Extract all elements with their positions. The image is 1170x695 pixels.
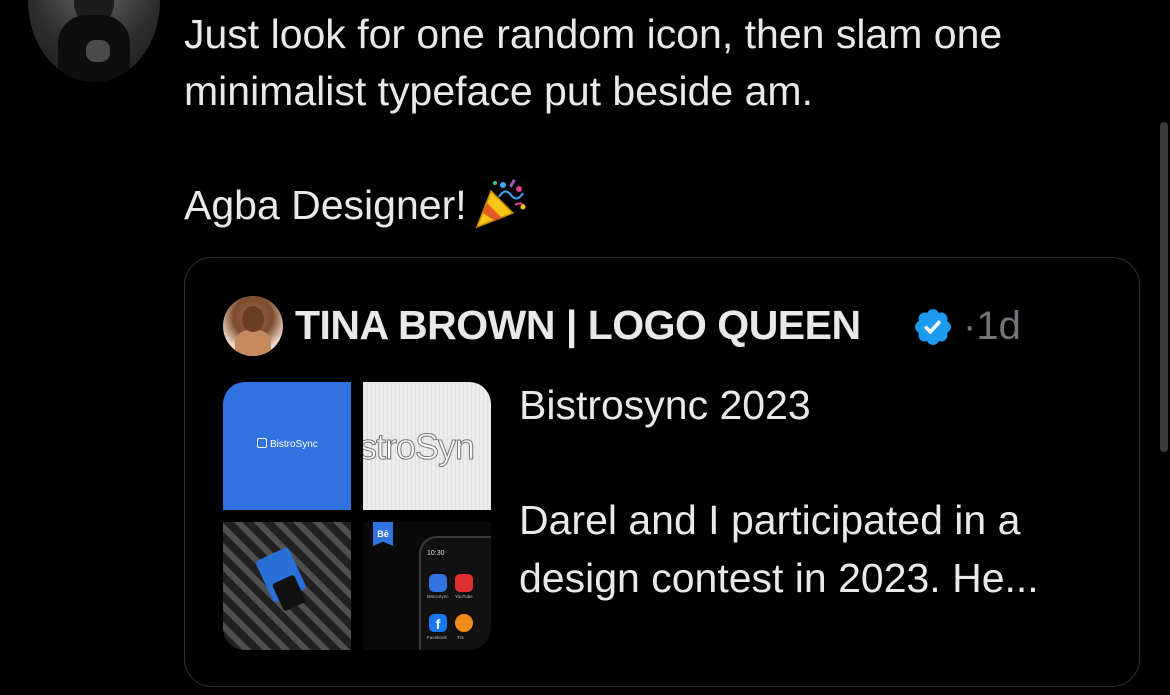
time-value: 1d (976, 304, 1021, 348)
quoted-author-name[interactable]: TINA BROWN | LOGO QUEEN (295, 302, 861, 349)
avatar-torso (235, 330, 271, 356)
quoted-title: Bistrosync 2023 (519, 382, 811, 428)
facebook-app-icon: f (429, 614, 447, 632)
app-label: Facebook (427, 635, 447, 640)
bistrosync-mark-icon (257, 438, 267, 448)
quoted-media-thumbnail[interactable]: BistroSync stroSyn Bē 10:30 BistroSync Y… (223, 382, 491, 650)
tweet-line-3: Agba Designer! (184, 177, 1144, 234)
bistrosync-logo: BistroSync (257, 438, 318, 450)
avatar-hand (86, 40, 110, 62)
tweet-line-2: minimalist typeface put beside am. (184, 68, 813, 114)
media-tile-phone: Bē 10:30 BistroSync YouTube f Facebook T… (363, 522, 491, 650)
wordmark-texture (363, 382, 491, 510)
quoted-body-line-2: design contest in 2023. He... (519, 555, 1039, 601)
tweet-line-1: Just look for one random icon, then slam… (184, 11, 1003, 57)
app-label: Tra (457, 635, 464, 640)
phone-time: 10:30 (427, 550, 445, 557)
quoted-body-line-1: Darel and I participated in a (519, 497, 1021, 543)
party-popper-icon (475, 179, 526, 229)
behance-icon: Bē (373, 522, 393, 546)
verified-badge-icon (915, 309, 951, 345)
avatar-face (242, 306, 264, 332)
app-label: BistroSync (427, 594, 449, 599)
quoted-tweet-text: Bistrosync 2023 Darel and I participated… (519, 376, 1099, 607)
media-tile-wordmark: stroSyn (363, 382, 491, 510)
orange-app-icon (455, 614, 473, 632)
tweet-line-3-text: Agba Designer! (184, 182, 467, 228)
media-tile-card (223, 522, 351, 650)
youtube-app-icon (455, 574, 473, 592)
quoted-timestamp[interactable]: ·1d (963, 304, 1021, 349)
author-avatar[interactable] (28, 0, 160, 82)
media-tile-logo: BistroSync (223, 382, 351, 510)
scrollbar[interactable] (1160, 122, 1168, 452)
quoted-tweet-card[interactable]: TINA BROWN | LOGO QUEEN ·1d BistroSync s… (184, 257, 1140, 687)
quoted-author-avatar[interactable] (223, 296, 283, 356)
time-separator: · (963, 304, 977, 348)
app-label: YouTube (455, 594, 473, 599)
bistrosync-app-icon (429, 574, 447, 592)
tweet-text: Just look for one random icon, then slam… (184, 6, 1144, 234)
